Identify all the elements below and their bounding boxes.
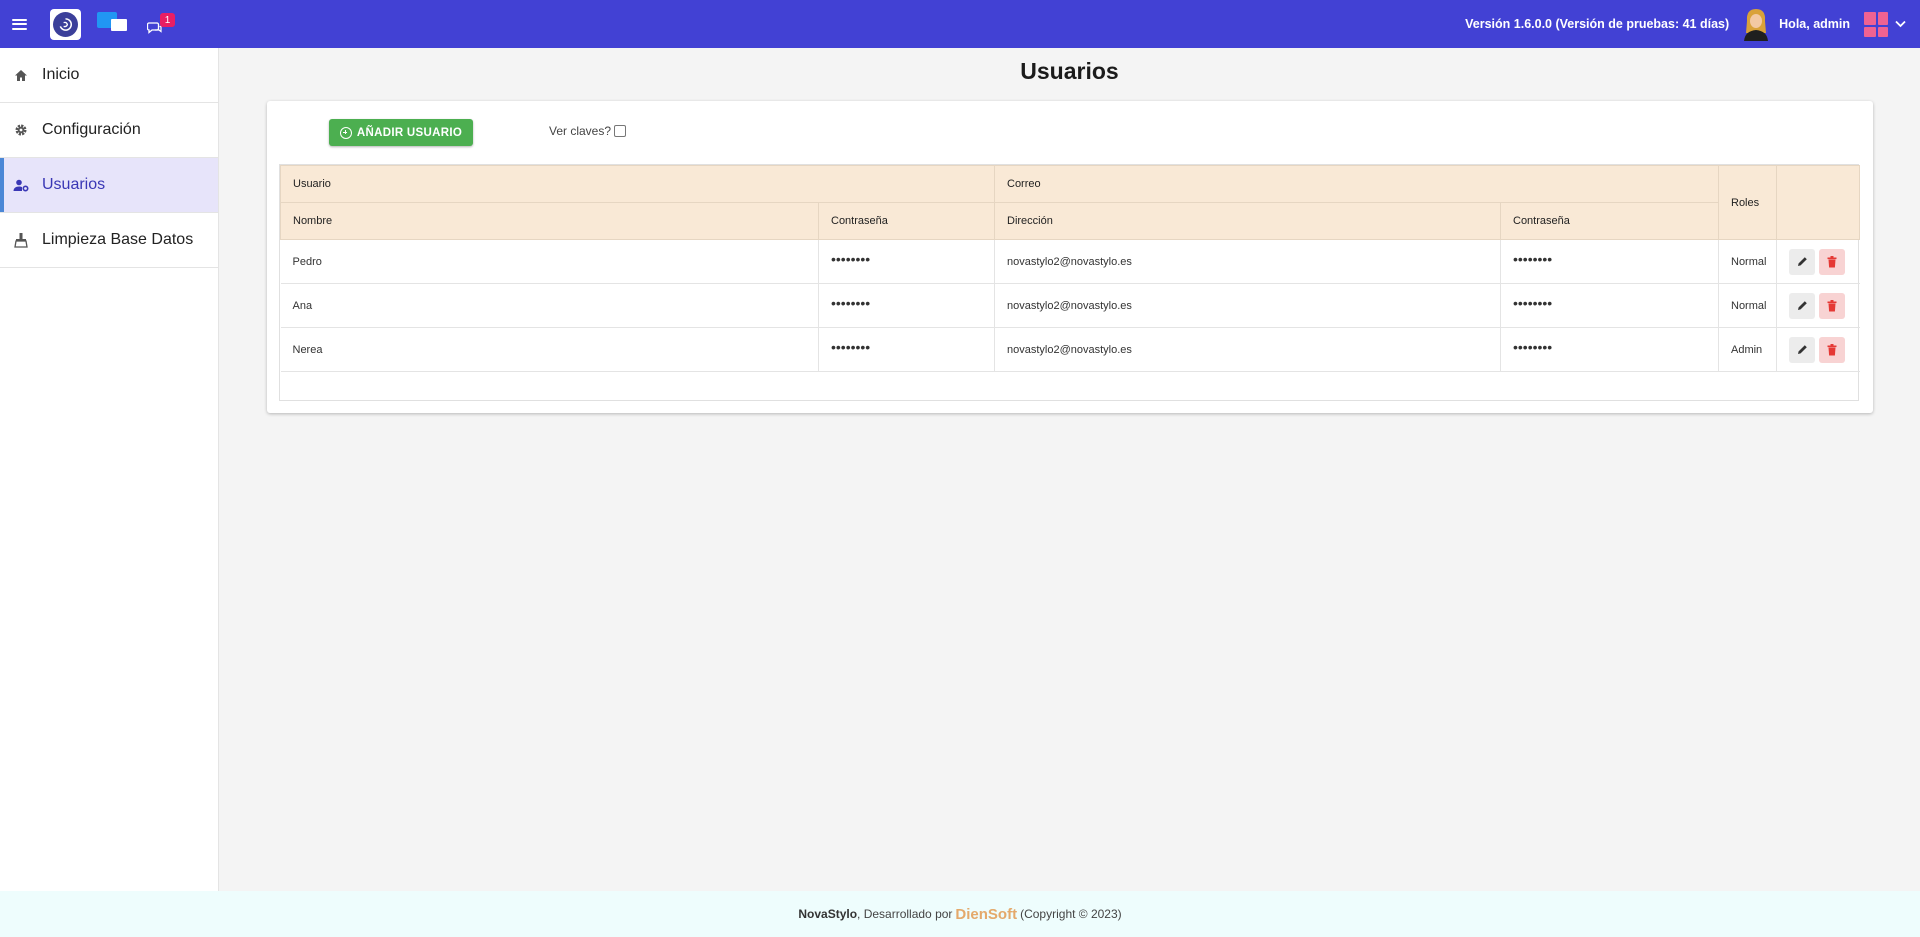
sidebar-item-label: Inicio [42, 66, 80, 83]
top-app-bar: 1 Versión 1.6.0.0 (Versión de pruebas: 4… [0, 0, 1920, 48]
table-row: Ana •••••••• novastylo2@novastylo.es •••… [280, 283, 1860, 328]
cell-actions [1776, 283, 1860, 328]
sidebar-item-inicio[interactable]: Inicio [0, 48, 218, 103]
footer-copyright: (Copyright © 2023) [1020, 907, 1122, 921]
column-group-correo: Correo [994, 165, 1719, 203]
cell-nombre: Ana [280, 283, 819, 328]
trash-icon [1827, 255, 1837, 267]
sidebar-item-label: Usuarios [42, 176, 106, 193]
cell-actions [1776, 327, 1860, 372]
chat-icon[interactable]: 1 [143, 10, 177, 38]
delete-button[interactable] [1819, 292, 1845, 319]
delete-button[interactable] [1819, 336, 1845, 363]
cell-rol: Normal [1718, 239, 1777, 284]
cell-nombre: Pedro [280, 239, 819, 284]
pencil-icon [1797, 257, 1807, 266]
sidebar-item-label: Limpieza Base Datos [42, 231, 194, 248]
add-user-button[interactable]: AÑADIR USUARIO [329, 119, 473, 146]
cell-rol: Normal [1718, 283, 1777, 328]
pencil-icon [1797, 345, 1807, 354]
delete-button[interactable] [1819, 248, 1845, 275]
show-passwords-control: Ver claves? [549, 124, 627, 138]
hamburger-icon [11, 18, 27, 30]
sidebar-item-usuarios[interactable]: Usuarios [0, 158, 218, 213]
chevron-down-icon[interactable] [1895, 20, 1906, 28]
cell-contrasena-correo: •••••••• [1500, 327, 1719, 372]
sidebar: Inicio Configuración Usuarios Limpieza B… [0, 48, 219, 891]
cell-nombre: Nerea [280, 327, 819, 372]
users-card: AÑADIR USUARIO Ver claves? Usuario Corre… [267, 101, 1873, 413]
table-row: Pedro •••••••• novastylo2@novastylo.es •… [280, 239, 1860, 284]
cell-direccion: novastylo2@novastylo.es [994, 239, 1501, 284]
column-header-contrasena: Contraseña [818, 202, 995, 240]
edit-button[interactable] [1789, 248, 1815, 275]
show-passwords-label: Ver claves? [549, 124, 612, 138]
table-row: Nerea •••••••• novastylo2@novastylo.es •… [280, 327, 1860, 372]
cell-actions [1776, 239, 1860, 284]
app-logo[interactable] [50, 8, 81, 40]
users-table: Usuario Correo Roles Nombre Contraseña D… [279, 164, 1860, 401]
menu-button[interactable] [1, 0, 37, 48]
apps-icon[interactable] [1864, 11, 1888, 37]
cell-direccion: novastylo2@novastylo.es [994, 327, 1501, 372]
cell-contrasena: •••••••• [818, 239, 995, 284]
footer-app-name: NovaStylo [798, 907, 858, 921]
trash-icon [1827, 343, 1837, 355]
column-header-roles: Roles [1718, 165, 1777, 240]
column-header-direccion: Dirección [994, 202, 1501, 240]
footer-developed-by: , Desarrollado por [857, 907, 953, 921]
cell-rol: Admin [1718, 327, 1777, 372]
version-text: Versión 1.6.0.0 (Versión de pruebas: 41 … [1465, 17, 1730, 31]
sidebar-item-configuracion[interactable]: Configuración [0, 103, 218, 158]
pencil-icon [1797, 301, 1807, 310]
edit-button[interactable] [1789, 336, 1815, 363]
cell-contrasena-correo: •••••••• [1500, 239, 1719, 284]
column-header-nombre: Nombre [280, 202, 819, 240]
user-greeting[interactable]: Hola, admin [1779, 17, 1850, 31]
sidebar-item-limpieza[interactable]: Limpieza Base Datos [0, 213, 218, 268]
avatar[interactable] [1741, 7, 1771, 41]
footer-company-link[interactable]: DienSoft [955, 906, 1017, 923]
column-group-usuario: Usuario [280, 165, 995, 203]
column-header-contrasena-correo: Contraseña [1500, 202, 1719, 240]
trash-icon [1827, 299, 1837, 311]
sidebar-item-label: Configuración [42, 121, 141, 138]
cell-contrasena-correo: •••••••• [1500, 283, 1719, 328]
home-icon [13, 67, 29, 83]
edit-button[interactable] [1789, 292, 1815, 319]
mail-icon[interactable] [97, 12, 131, 36]
users-settings-icon [13, 177, 29, 193]
add-circle-icon [339, 126, 352, 139]
cell-contrasena: •••••••• [818, 327, 995, 372]
notification-badge: 1 [160, 13, 175, 27]
gear-icon [13, 122, 29, 138]
broom-icon [13, 232, 29, 248]
footer: NovaStylo , Desarrollado por DienSoft (C… [0, 891, 1920, 937]
add-user-label: AÑADIR USUARIO [356, 126, 463, 139]
page-title: Usuarios [1020, 58, 1119, 84]
column-header-actions [1776, 165, 1860, 240]
cell-direccion: novastylo2@novastylo.es [994, 283, 1501, 328]
show-passwords-checkbox[interactable] [614, 125, 627, 137]
cell-contrasena: •••••••• [818, 283, 995, 328]
